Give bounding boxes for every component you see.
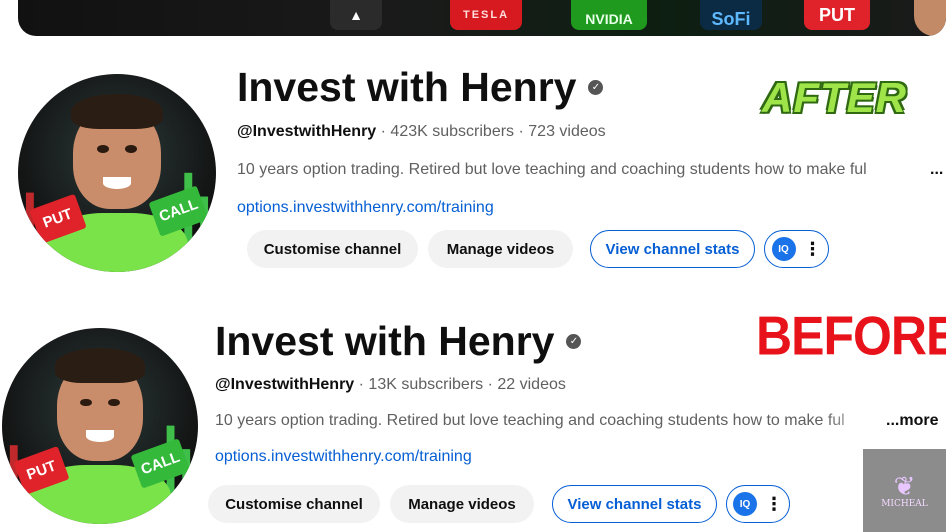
extension-menu-button[interactable]: IQ ⋮ <box>726 485 790 523</box>
verified-check-icon: ✓ <box>588 80 604 95</box>
after-label: AFTER <box>762 74 907 121</box>
sofi-logo: SoFi <box>700 0 762 30</box>
tesla-logo-text: TESLA <box>462 9 510 21</box>
meta-separator: · <box>358 376 364 393</box>
channel-link-after[interactable]: options.investwithhenry.com/training <box>237 199 494 217</box>
put-logo: PUT <box>804 0 870 30</box>
banner-person-image <box>914 0 946 36</box>
sofi-logo-text: SoFi <box>711 8 751 29</box>
nvidia-logo-text: NVIDIA <box>585 11 633 27</box>
nvidia-logo: NVIDIA <box>571 0 647 30</box>
manage-videos-button[interactable]: Manage videos <box>390 485 534 523</box>
channel-avatar-after[interactable]: PUT CALL <box>18 74 216 272</box>
avatar-hair <box>54 347 146 383</box>
vidiq-icon: IQ <box>733 492 757 516</box>
channel-handle[interactable]: @InvestwithHenry <box>215 376 354 393</box>
subscriber-count: 423K subscribers <box>390 123 515 140</box>
avatar-mouth <box>86 429 114 442</box>
view-channel-stats-button[interactable]: View channel stats <box>552 485 717 523</box>
customise-channel-button[interactable]: Customise channel <box>208 485 380 523</box>
channel-meta-before: @InvestwithHenry · 13K subscribers · 22 … <box>215 376 566 394</box>
robinhood-logo-icon: ▲ <box>330 0 382 30</box>
put-logo-text: PUT <box>819 4 855 25</box>
more-vert-icon: ⋮ <box>803 239 822 259</box>
channel-name: Invest with Henry <box>215 318 555 364</box>
vidiq-icon: IQ <box>771 237 796 261</box>
meta-separator: · <box>380 123 386 140</box>
channel-banner: ▲ TESLA NVIDIA SoFi PUT <box>18 0 946 36</box>
subscriber-count: 13K subscribers <box>368 376 484 393</box>
channel-name: Invest with Henry <box>237 64 577 110</box>
channel-meta-after: @InvestwithHenry · 423K subscribers · 72… <box>237 123 606 141</box>
description-fade <box>825 412 885 430</box>
customise-channel-button[interactable]: Customise channel <box>247 230 418 268</box>
meta-separator: · <box>487 376 493 393</box>
avatar-eye <box>107 398 120 407</box>
tesla-logo: TESLA <box>450 0 522 30</box>
more-vert-icon: ⋮ <box>765 494 783 514</box>
verified-check-icon: ✓ <box>566 334 582 349</box>
avatar-eye <box>124 145 137 154</box>
channel-title-after: Invest with Henry ✓ <box>237 64 604 111</box>
channel-description-after[interactable]: 10 years option trading. Retired but lov… <box>237 161 932 179</box>
avatar-hair <box>71 93 163 130</box>
watermark-logo: ❦ MICHEAL <box>863 449 946 532</box>
view-channel-stats-button[interactable]: View channel stats <box>590 230 755 268</box>
before-label: BEFORE <box>756 305 946 367</box>
watermark-text: MICHEAL <box>881 498 928 509</box>
channel-avatar-before[interactable]: PUT CALL <box>2 328 198 524</box>
more-link-after[interactable]: ... <box>930 161 943 179</box>
avatar-mouth <box>103 176 131 189</box>
channel-title-before: Invest with Henry ✓ <box>215 318 582 365</box>
description-fade <box>872 161 932 179</box>
wings-icon: ❦ <box>893 470 916 501</box>
description-text: 10 years option trading. Retired but lov… <box>215 412 845 429</box>
manage-videos-button[interactable]: Manage videos <box>428 230 573 268</box>
more-link-before[interactable]: ...more <box>886 412 938 430</box>
channel-link-before[interactable]: options.investwithhenry.com/training <box>215 448 472 466</box>
description-text: 10 years option trading. Retired but lov… <box>237 161 867 178</box>
video-count: 22 videos <box>497 376 566 393</box>
extension-menu-button[interactable]: IQ ⋮ <box>764 230 829 268</box>
channel-handle[interactable]: @InvestwithHenry <box>237 123 376 140</box>
meta-separator: · <box>518 123 524 140</box>
video-count: 723 videos <box>528 123 606 140</box>
channel-description-before[interactable]: 10 years option trading. Retired but lov… <box>215 412 885 430</box>
